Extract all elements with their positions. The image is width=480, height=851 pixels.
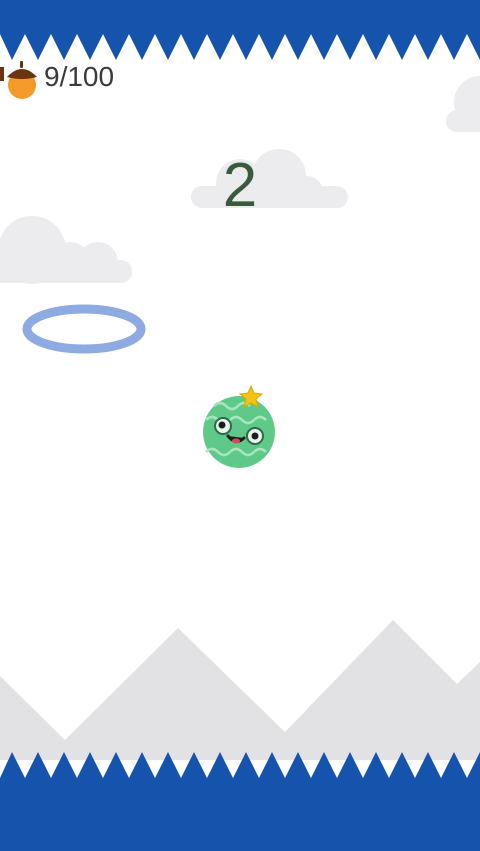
game-scene bbox=[0, 0, 480, 851]
acorn-count-text: 9/100 bbox=[44, 61, 115, 92]
cloud bbox=[446, 76, 480, 132]
hoop-ring bbox=[22, 304, 146, 354]
score-display: 2 bbox=[222, 151, 258, 220]
right-pupil bbox=[251, 432, 259, 440]
cloud bbox=[0, 216, 132, 284]
acorn-counter: 9/100 bbox=[0, 55, 114, 99]
ball-body bbox=[203, 396, 275, 468]
melon-ball-character[interactable] bbox=[203, 384, 275, 468]
acorn-icon bbox=[0, 55, 44, 99]
mountains bbox=[0, 620, 480, 760]
left-pupil bbox=[218, 421, 226, 429]
bottom-spike-border bbox=[0, 752, 480, 851]
tongue bbox=[232, 438, 240, 444]
top-spike-border bbox=[0, 0, 480, 60]
